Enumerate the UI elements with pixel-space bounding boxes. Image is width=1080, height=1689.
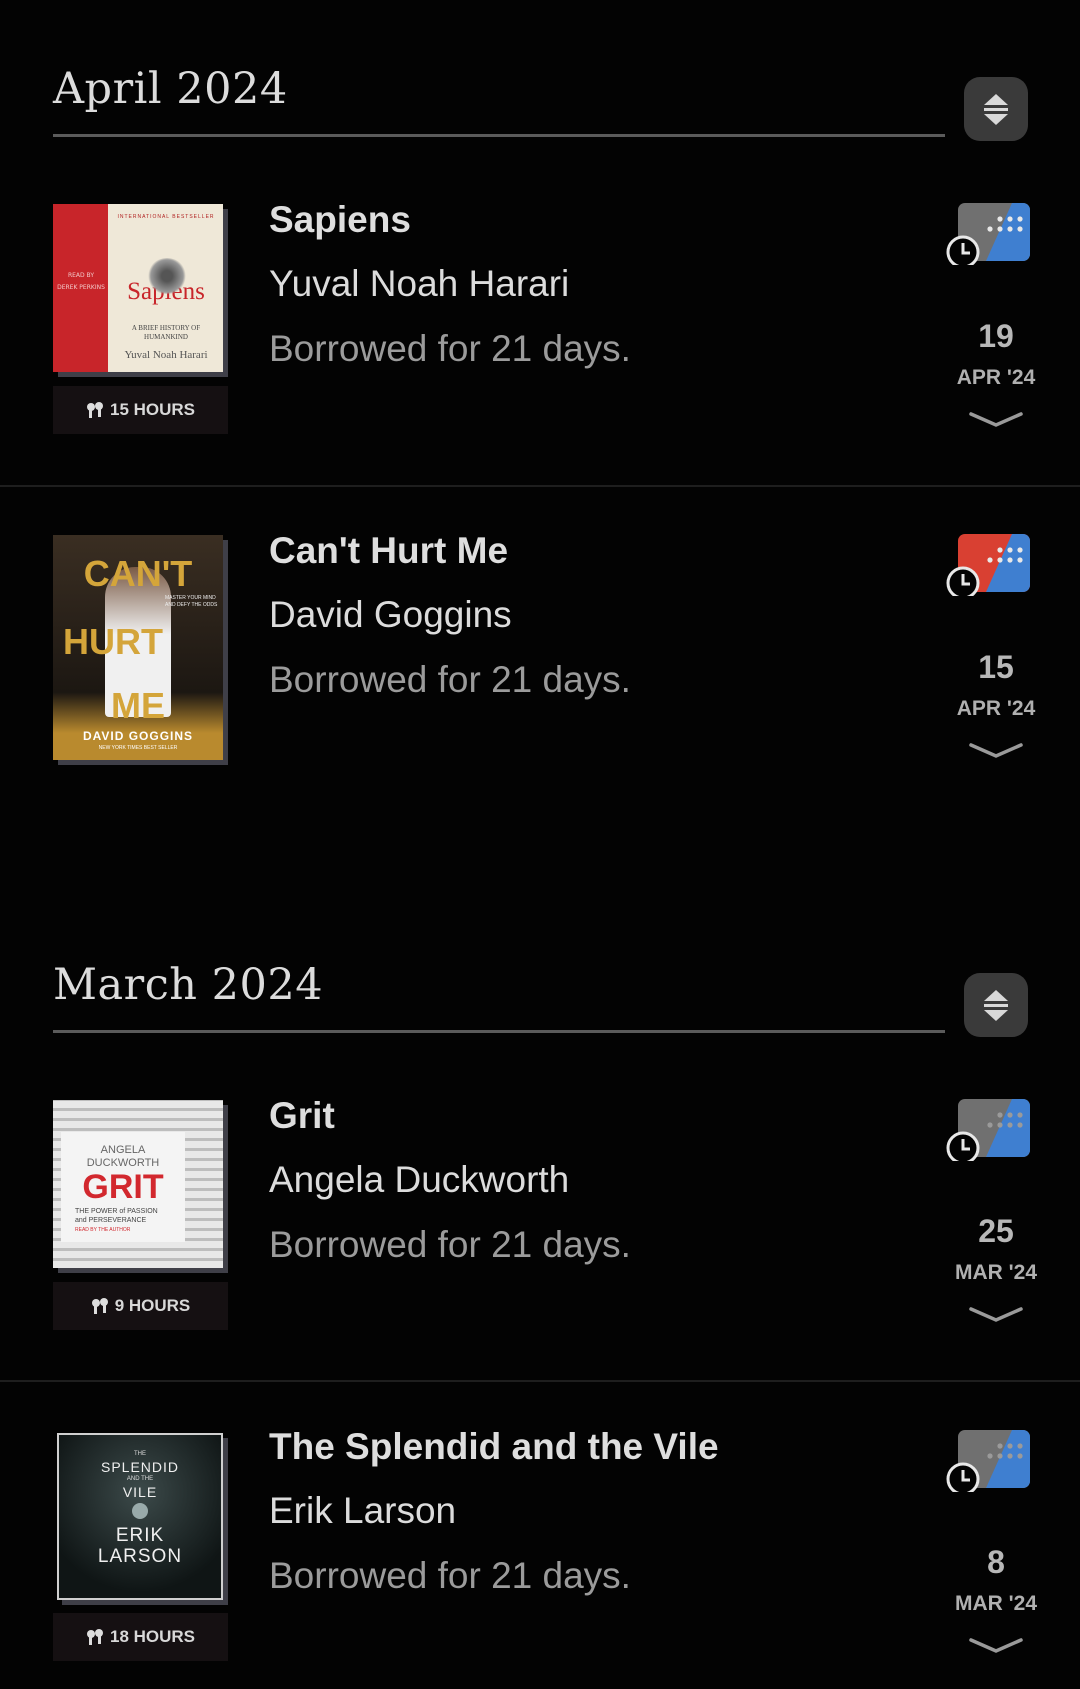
earbuds-icon xyxy=(86,402,103,418)
book-author[interactable]: Angela Duckworth xyxy=(269,1159,569,1201)
book-author[interactable]: Yuval Noah Harari xyxy=(269,263,569,305)
section-header-april-2024: April 2024 xyxy=(53,64,1080,154)
section-divider xyxy=(53,1030,945,1033)
sort-toggle-button[interactable] xyxy=(964,77,1028,141)
loan-status: Borrowed for 21 days. xyxy=(269,1224,631,1265)
audiobook-format-icon xyxy=(946,1099,1030,1161)
earbuds-icon xyxy=(86,1629,103,1645)
due-day: 19 xyxy=(978,318,1014,354)
book-title[interactable]: Grit xyxy=(269,1095,335,1137)
due-day: 25 xyxy=(978,1213,1014,1249)
book-title[interactable]: The Splendid and the Vile xyxy=(269,1426,719,1468)
book-author[interactable]: David Goggins xyxy=(269,594,512,636)
section-title: April 2024 xyxy=(53,64,288,114)
audiobook-format-icon xyxy=(946,534,1030,596)
sort-toggle-button[interactable] xyxy=(964,973,1028,1037)
loan-status: Borrowed for 21 days. xyxy=(269,1555,631,1596)
book-cover-splendid-and-vile[interactable]: THE SPLENDID AND THE VILE ERIK LARSON xyxy=(57,1433,223,1600)
due-day: 15 xyxy=(978,649,1014,685)
sort-icon xyxy=(984,990,1008,1021)
audiobook-format-icon xyxy=(946,203,1030,265)
audiobook-duration-badge: 18 HOURS xyxy=(53,1613,228,1661)
due-month: MAR '24 xyxy=(954,1592,1037,1615)
section-divider xyxy=(53,134,945,137)
chevron-down-icon[interactable] xyxy=(968,741,1024,761)
duration-label: 9 HOURS xyxy=(114,1296,191,1315)
audiobook-format-icon xyxy=(946,1430,1030,1492)
due-day: 8 xyxy=(987,1544,1005,1580)
sort-icon xyxy=(984,94,1008,125)
due-month: MAR '24 xyxy=(954,1261,1037,1284)
loan-status: Borrowed for 21 days. xyxy=(269,328,631,369)
loan-status: Borrowed for 21 days. xyxy=(269,659,631,700)
chevron-down-icon[interactable] xyxy=(968,1305,1024,1325)
audiobook-duration-badge: 9 HOURS xyxy=(53,1282,228,1330)
book-cover-sapiens[interactable]: READ BY DEREK PERKINS INTERNATIONAL BEST… xyxy=(53,204,223,372)
book-cover-cant-hurt-me[interactable]: CAN'T HURT ME MASTER YOUR MIND AND DEFY … xyxy=(53,535,223,760)
duration-label: 18 HOURS xyxy=(109,1627,196,1646)
duration-label: 15 HOURS xyxy=(109,400,196,419)
section-title: March 2024 xyxy=(53,960,324,1010)
book-cover-grit[interactable]: ANGELA DUCKWORTH GRIT THE POWER of PASSI… xyxy=(53,1100,223,1268)
chevron-down-icon[interactable] xyxy=(968,410,1024,430)
book-author[interactable]: Erik Larson xyxy=(269,1490,456,1532)
row-divider xyxy=(0,485,1080,487)
book-title[interactable]: Can't Hurt Me xyxy=(269,530,508,572)
section-header-march-2024: March 2024 xyxy=(53,960,1080,1050)
row-divider xyxy=(0,1380,1080,1382)
audiobook-duration-badge: 15 HOURS xyxy=(53,386,228,434)
book-title[interactable]: Sapiens xyxy=(269,199,411,241)
due-month: APR '24 xyxy=(956,366,1036,389)
earbuds-icon xyxy=(91,1298,108,1314)
due-month: APR '24 xyxy=(956,697,1036,720)
chevron-down-icon[interactable] xyxy=(968,1636,1024,1656)
